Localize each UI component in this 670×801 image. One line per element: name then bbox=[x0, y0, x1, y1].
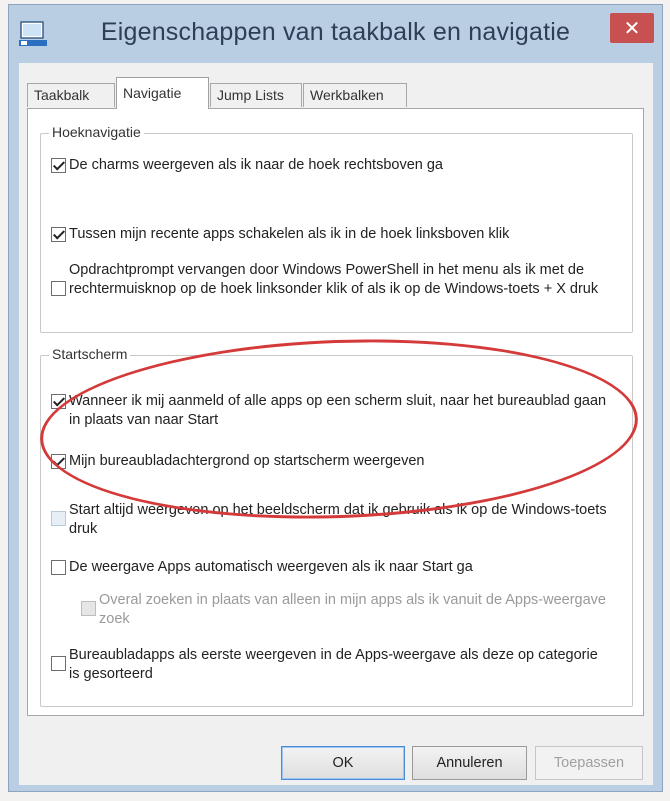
search-everywhere-checkbox[interactable] bbox=[81, 601, 96, 616]
apps-view-checkbox[interactable] bbox=[51, 560, 66, 575]
tab-jump-lists[interactable]: Jump Lists bbox=[210, 83, 302, 107]
go-to-desktop-checkbox[interactable] bbox=[51, 394, 66, 409]
apply-button[interactable]: Toepassen bbox=[535, 746, 643, 780]
window-title: Eigenschappen van taakbalk en navigatie bbox=[100, 18, 571, 46]
group-title-hoeknavigatie: Hoeknavigatie bbox=[49, 124, 144, 140]
title-bar[interactable]: Eigenschappen van taakbalk en navigatie … bbox=[9, 5, 662, 61]
checkbox-label: Tussen mijn recente apps schakelen als i… bbox=[69, 226, 510, 242]
checkbox-row-search-everywhere[interactable]: Overal zoeken in plaats van alleen in mi… bbox=[81, 591, 611, 629]
powershell-checkbox[interactable] bbox=[51, 281, 66, 296]
group-hoeknavigatie: Hoeknavigatie De charms weergeven als ik… bbox=[40, 124, 633, 333]
checkbox-label: Mijn bureaubladachtergrond op startscher… bbox=[69, 453, 425, 469]
start-on-display-checkbox[interactable] bbox=[51, 511, 66, 526]
desktop-background-checkbox[interactable] bbox=[51, 454, 66, 469]
checkbox-row-desktop-apps-first[interactable]: Bureaubladapps als eerste weergeven in d… bbox=[51, 646, 611, 684]
group-title-startscherm: Startscherm bbox=[49, 346, 131, 362]
tab-page-navigatie: Hoeknavigatie De charms weergeven als ik… bbox=[27, 108, 644, 716]
checkbox-label: Start altijd weergeven op het beeldscher… bbox=[69, 502, 607, 537]
checkbox-row-powershell[interactable]: Opdrachtprompt vervangen door Windows Po… bbox=[51, 261, 611, 299]
checkbox-row-charms[interactable]: De charms weergeven als ik naar de hoek … bbox=[51, 156, 621, 175]
checkbox-label: Opdrachtprompt vervangen door Windows Po… bbox=[69, 262, 599, 297]
dialog-window: Eigenschappen van taakbalk en navigatie … bbox=[8, 4, 663, 792]
tab-werkbalken[interactable]: Werkbalken bbox=[303, 83, 407, 107]
checkbox-label: Bureaubladapps als eerste weergeven in d… bbox=[69, 647, 598, 682]
tab-taakbalk[interactable]: Taakbalk bbox=[27, 83, 115, 107]
checkbox-label: Overal zoeken in plaats van alleen in mi… bbox=[99, 592, 606, 627]
close-button[interactable]: ✕ bbox=[610, 13, 654, 43]
charms-checkbox[interactable] bbox=[51, 158, 66, 173]
ok-button[interactable]: OK bbox=[281, 746, 405, 780]
dialog-client-area: Taakbalk Navigatie Jump Lists Werkbalken… bbox=[19, 63, 653, 785]
checkbox-row-desktop-background[interactable]: Mijn bureaubladachtergrond op startscher… bbox=[51, 452, 621, 471]
checkbox-row-go-to-desktop[interactable]: Wanneer ik mij aanmeld of alle apps op e… bbox=[51, 392, 621, 430]
group-startscherm: Startscherm Wanneer ik mij aanmeld of al… bbox=[40, 346, 633, 707]
desktop-apps-first-checkbox[interactable] bbox=[51, 656, 66, 671]
checkbox-row-start-on-display[interactable]: Start altijd weergeven op het beeldscher… bbox=[51, 501, 611, 539]
checkbox-label: De weergave Apps automatisch weergeven a… bbox=[69, 559, 473, 575]
recent-apps-checkbox[interactable] bbox=[51, 227, 66, 242]
checkbox-label: Wanneer ik mij aanmeld of alle apps op e… bbox=[69, 393, 607, 428]
checkbox-row-recent-apps[interactable]: Tussen mijn recente apps schakelen als i… bbox=[51, 225, 621, 244]
cancel-button[interactable]: Annuleren bbox=[412, 746, 527, 780]
tab-navigatie[interactable]: Navigatie bbox=[116, 77, 209, 109]
checkbox-label: De charms weergeven als ik naar de hoek … bbox=[69, 157, 443, 173]
checkbox-row-apps-view[interactable]: De weergave Apps automatisch weergeven a… bbox=[51, 558, 621, 577]
